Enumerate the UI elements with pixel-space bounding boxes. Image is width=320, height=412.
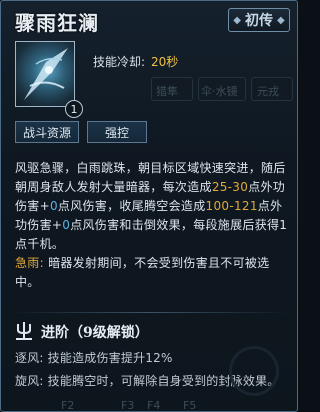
advance-title: 进阶（9级解锁） (41, 325, 149, 341)
skill-level-badge: 1 (65, 100, 83, 118)
skill-title: 骤雨狂澜 (15, 11, 99, 35)
battle-resource-button[interactable]: 战斗资源 (15, 121, 79, 143)
hotkey-hint: F5 (183, 399, 197, 412)
wind-blade-skill-icon[interactable] (15, 41, 75, 107)
background-label: 伞·水镜 (201, 85, 238, 98)
cooldown-value: 20秒 (151, 55, 179, 69)
diamond-icon: ◆ (233, 14, 241, 26)
cooldown-label: 技能冷却: (93, 55, 146, 69)
diamond-icon: ◆ (277, 14, 285, 26)
advance-line: 逐风: 技能造成伤害提升12% (15, 351, 173, 365)
skill-tier-badge: ◆ 初传 ◆ (228, 8, 290, 32)
section-divider (9, 312, 291, 313)
control-button[interactable]: 强控 (87, 121, 147, 143)
skill-tooltip-card: 骤雨狂澜 ◆ 初传 ◆ 猎隼 伞·水镜 元戎 1 技能冷却: 20秒 战斗资源 … (0, 0, 298, 412)
hotkey-hint: F4 (147, 399, 161, 412)
background-label: 元戎 (257, 85, 279, 98)
hotkey-hint: F2 (61, 399, 75, 412)
trident-icon (16, 322, 32, 340)
skill-tier-label: 初传 (245, 13, 273, 29)
background-label: 猎隼 (156, 85, 178, 98)
skill-description: 风驱急骤，白雨跳珠，朝目标区域快速突进，随后朝周身敌人发射大量暗器，每次造成25… (15, 161, 288, 289)
background-gear-icon (229, 346, 279, 396)
hotkey-hint: F3 (121, 399, 135, 412)
